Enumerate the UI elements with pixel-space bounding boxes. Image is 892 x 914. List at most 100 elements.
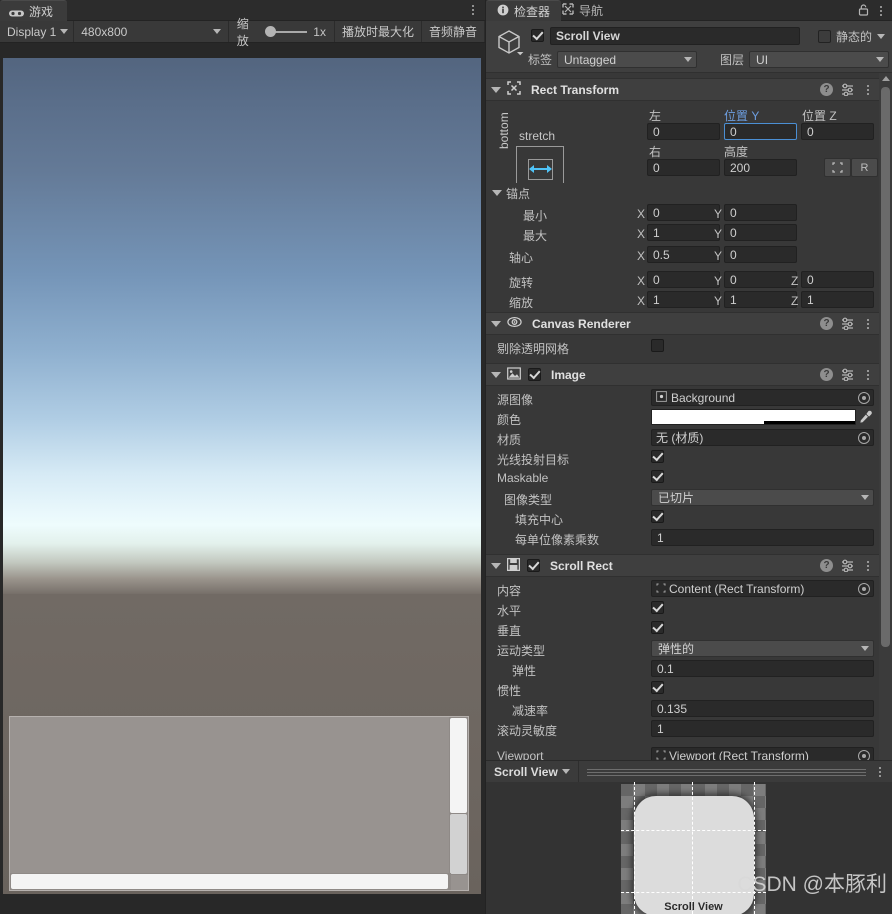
component-menu-icon[interactable] xyxy=(862,83,874,96)
image-type-dropdown[interactable]: 已切片 xyxy=(651,489,874,506)
pos-y-input[interactable]: 0 xyxy=(724,123,797,140)
component-header-canvas-renderer[interactable]: Canvas Renderer ? xyxy=(486,312,880,335)
scroll-sensitivity-input[interactable]: 1 xyxy=(651,720,874,737)
scale-x-input[interactable]: 1 xyxy=(647,291,720,308)
help-icon[interactable]: ? xyxy=(820,83,833,96)
anchor-max-y-input[interactable]: 0 xyxy=(724,224,797,241)
eyedropper-icon[interactable] xyxy=(859,410,873,424)
anchors-foldout[interactable]: 锚点 xyxy=(486,183,880,203)
gameobject-name-field[interactable]: Scroll View xyxy=(550,27,800,45)
pivot-y-input[interactable]: 0 xyxy=(724,246,797,263)
vertical-scrollbar[interactable] xyxy=(449,717,468,875)
static-checkbox[interactable] xyxy=(817,30,831,43)
horizontal-scrollbar-handle[interactable] xyxy=(11,874,448,889)
chevron-down-icon[interactable] xyxy=(877,34,885,39)
rotation-x-input[interactable]: 0 xyxy=(647,271,720,288)
component-header-rect-transform[interactable]: Rect Transform ? xyxy=(486,78,880,101)
anchor-min-y-input[interactable]: 0 xyxy=(724,204,797,221)
rotation-y-input[interactable]: 0 xyxy=(724,271,797,288)
component-menu-icon[interactable] xyxy=(862,559,874,572)
rotation-z-input[interactable]: 0 xyxy=(801,271,874,288)
collapse-triangle-icon[interactable] xyxy=(491,86,501,93)
component-menu-icon[interactable] xyxy=(862,317,874,330)
component-menu-icon[interactable] xyxy=(862,368,874,381)
inspector-scrollbar[interactable] xyxy=(879,73,892,769)
preset-icon[interactable] xyxy=(841,368,854,382)
help-icon[interactable]: ? xyxy=(820,368,833,381)
anchor-min-x-input[interactable]: 0 xyxy=(647,204,720,221)
scale-y-input[interactable]: 1 xyxy=(724,291,797,308)
maximize-on-play-button[interactable]: 播放时最大化 xyxy=(335,21,422,42)
raw-edit-button[interactable]: R xyxy=(851,158,878,177)
scroll-up-arrow-icon[interactable] xyxy=(882,76,890,81)
anchor-max-x-input[interactable]: 1 xyxy=(647,224,720,241)
collapse-triangle-icon[interactable] xyxy=(491,371,501,378)
horizontal-scrollbar[interactable] xyxy=(10,873,451,890)
zoom-control[interactable]: 缩放 1x xyxy=(229,17,335,48)
preset-icon[interactable] xyxy=(841,83,854,97)
movement-type-dropdown[interactable]: 弹性的 xyxy=(651,640,874,657)
scroll-rect-enabled-checkbox[interactable] xyxy=(527,559,540,572)
zoom-slider-knob[interactable] xyxy=(264,26,276,37)
game-tab-menu-icon[interactable] xyxy=(467,3,479,17)
deceleration-rate-input[interactable]: 0.135 xyxy=(651,700,874,717)
inspector-scrollbar-handle[interactable] xyxy=(881,87,890,647)
deceleration-rate-value: 0.135 xyxy=(657,701,688,716)
cull-transparent-mesh-checkbox[interactable] xyxy=(651,339,664,352)
vertical-scrollbar-handle[interactable] xyxy=(450,718,467,813)
blueprint-mode-button[interactable] xyxy=(824,158,851,177)
pixels-per-unit-input[interactable]: 1 xyxy=(651,529,874,546)
tab-game[interactable]: 游戏 xyxy=(0,0,68,21)
scroll-view-runtime[interactable] xyxy=(9,716,469,891)
left-input[interactable]: 0 xyxy=(647,123,720,140)
image-enabled-checkbox[interactable] xyxy=(528,368,541,381)
collapse-triangle-icon[interactable] xyxy=(492,190,502,196)
preview-menu-icon[interactable] xyxy=(874,765,886,778)
component-header-image[interactable]: Image ? xyxy=(486,363,880,386)
horizontal-checkbox[interactable] xyxy=(651,601,664,614)
height-input[interactable]: 200 xyxy=(724,159,797,176)
resolution-dropdown[interactable]: 480x800 xyxy=(74,21,229,42)
tab-inspector[interactable]: 检查器 xyxy=(486,0,562,21)
pixels-per-unit-label: 每单位像素乘数 xyxy=(515,533,600,547)
scale-z-input[interactable]: 1 xyxy=(801,291,874,308)
display-dropdown[interactable]: Display 1 xyxy=(0,21,75,42)
collapse-triangle-icon[interactable] xyxy=(491,320,501,327)
game-render-area[interactable] xyxy=(0,58,485,894)
inertia-checkbox[interactable] xyxy=(651,681,664,694)
object-picker-icon[interactable] xyxy=(858,391,870,404)
gameobject-enabled-checkbox[interactable] xyxy=(531,29,544,42)
vertical-scrollbar-track-lower[interactable] xyxy=(450,814,467,874)
object-picker-icon[interactable] xyxy=(858,582,870,595)
help-icon[interactable]: ? xyxy=(820,559,833,572)
preview-drag-handle[interactable] xyxy=(586,768,866,776)
static-toggle-group[interactable]: 静态的 xyxy=(817,28,885,45)
pivot-x-input[interactable]: 0.5 xyxy=(647,246,720,263)
inspector-menu-icon[interactable] xyxy=(875,4,887,18)
tag-dropdown[interactable]: Untagged xyxy=(557,51,698,68)
vertical-checkbox[interactable] xyxy=(651,621,664,634)
collapse-triangle-icon[interactable] xyxy=(491,562,501,569)
zoom-slider[interactable] xyxy=(264,26,308,38)
raycast-target-checkbox[interactable] xyxy=(651,450,664,463)
preset-icon[interactable] xyxy=(841,317,854,331)
source-image-object-field[interactable]: Background xyxy=(651,389,874,406)
pos-z-input[interactable]: 0 xyxy=(801,123,874,140)
lock-icon[interactable] xyxy=(858,4,869,16)
content-object-field[interactable]: Content (Rect Transform) xyxy=(651,580,874,597)
right-input[interactable]: 0 xyxy=(647,159,720,176)
fill-center-checkbox[interactable] xyxy=(651,510,664,523)
layer-dropdown[interactable]: UI xyxy=(749,51,890,68)
color-swatch-field[interactable] xyxy=(651,409,856,425)
preset-icon[interactable] xyxy=(841,559,854,573)
component-header-scroll-rect[interactable]: Scroll Rect ? xyxy=(486,554,880,577)
scale-y-value: 1 xyxy=(730,292,737,307)
material-object-field[interactable]: 无 (材质) xyxy=(651,429,874,446)
elasticity-input[interactable]: 0.1 xyxy=(651,660,874,677)
mute-audio-button[interactable]: 音频静音 xyxy=(422,21,485,42)
maskable-checkbox[interactable] xyxy=(651,470,664,483)
object-picker-icon[interactable] xyxy=(858,431,870,444)
help-icon[interactable]: ? xyxy=(820,317,833,330)
tab-navigation[interactable]: 导航 xyxy=(551,0,614,21)
preview-object-selector[interactable]: Scroll View xyxy=(486,761,579,782)
